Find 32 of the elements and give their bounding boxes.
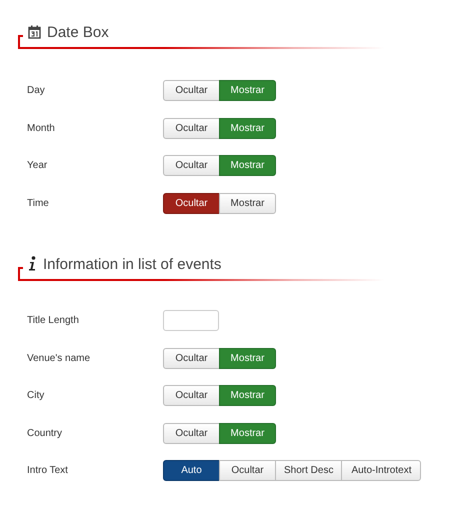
toggle-button[interactable]: Ocultar <box>219 460 276 482</box>
field-label: Title Length <box>27 315 80 326</box>
toggle-button[interactable]: Mostrar <box>219 118 276 139</box>
field-label: Time <box>27 198 50 209</box>
toggle-button[interactable]: Ocultar <box>163 80 220 102</box>
field-label: Venue's name <box>27 352 92 364</box>
section-title: Date Box <box>47 24 109 40</box>
info-icon <box>28 256 37 272</box>
calendar-icon <box>28 25 41 39</box>
field-label: Country <box>27 428 64 439</box>
input-field[interactable] <box>163 310 219 332</box>
field-label: City <box>27 390 46 402</box>
field-label: Intro Text <box>27 465 69 476</box>
toggle-button[interactable]: Ocultar <box>163 385 220 406</box>
toggle-button[interactable]: Ocultar <box>163 155 220 176</box>
toggle-button[interactable]: Auto-Introtext <box>341 460 422 482</box>
toggle-button[interactable]: Short Desc <box>275 460 342 482</box>
toggle-button[interactable]: Ocultar <box>163 422 220 444</box>
toggle-button[interactable]: Mostrar <box>219 385 276 406</box>
toggle-button[interactable]: Mostrar <box>219 348 276 369</box>
toggle-button[interactable]: Mostrar <box>219 192 276 214</box>
field-label: Month <box>27 122 56 134</box>
toggle-button[interactable]: Ocultar <box>163 192 220 214</box>
field-label: Day <box>27 85 46 96</box>
toggle-button[interactable]: Ocultar <box>163 118 220 139</box>
toggle-button[interactable]: Auto <box>163 460 220 482</box>
toggle-button[interactable]: Ocultar <box>163 348 220 369</box>
field-label: Year <box>27 160 48 172</box>
toggle-button[interactable]: Mostrar <box>219 80 276 102</box>
toggle-button[interactable]: Mostrar <box>219 422 276 444</box>
section-title: Information in list of events <box>43 256 222 272</box>
toggle-button[interactable]: Mostrar <box>219 155 276 176</box>
